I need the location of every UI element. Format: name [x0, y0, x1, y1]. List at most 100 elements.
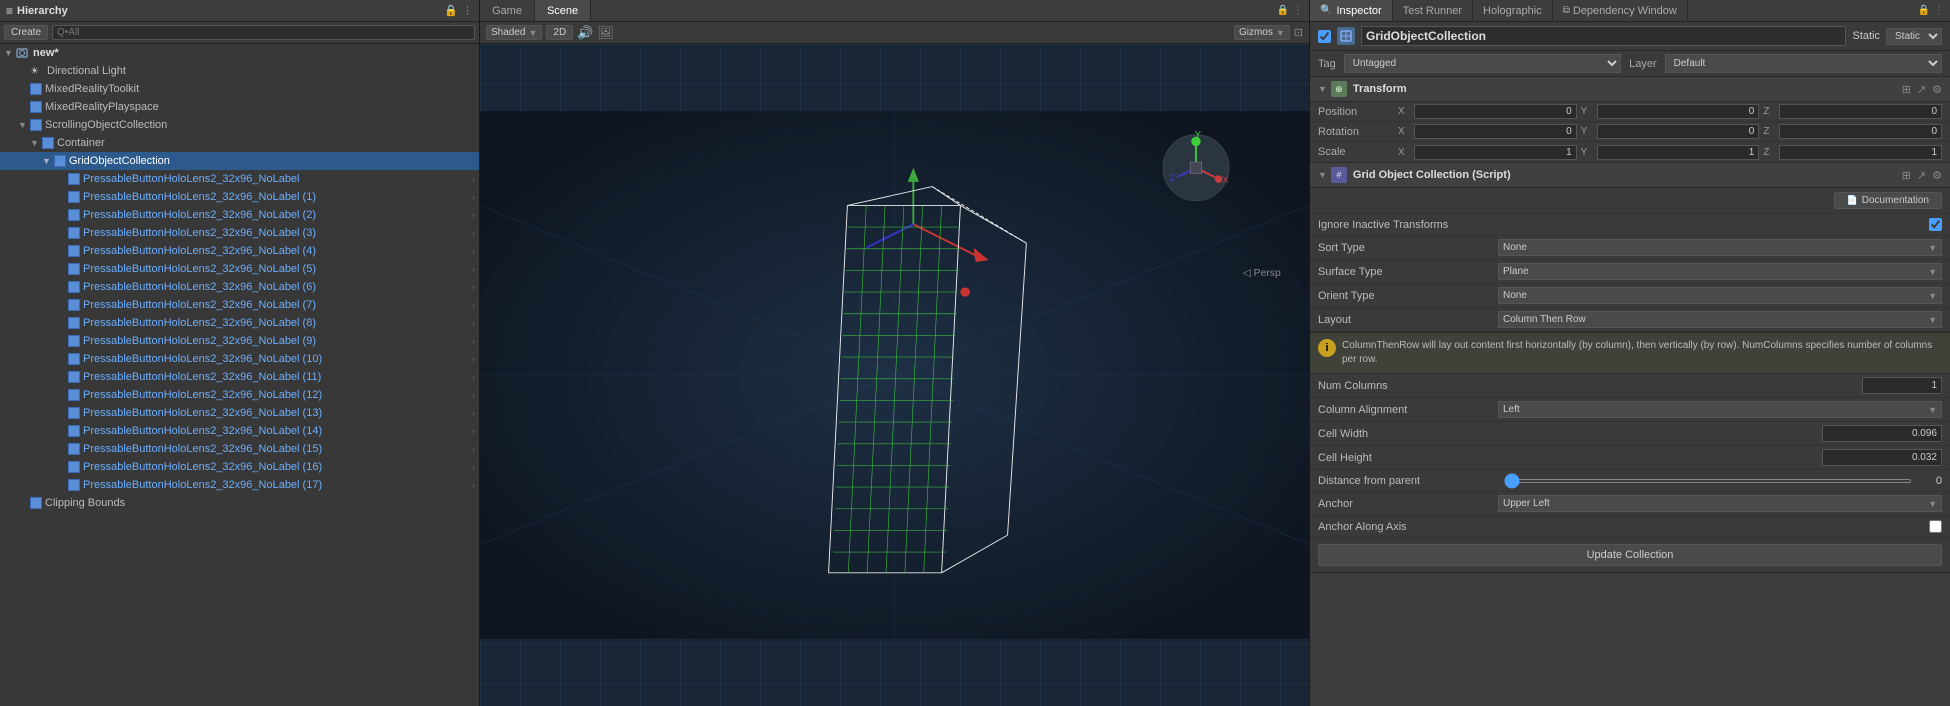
transform-header[interactable]: ▼ ⊕ Transform ⊞ ↗ ⚙ [1310, 77, 1950, 102]
viewport-lock-icon[interactable]: 🔒 [1277, 5, 1289, 16]
sort-type-arrow: ▼ [1928, 243, 1937, 253]
tree-item-scrolling[interactable]: ▼ ScrollingObjectCollection [0, 116, 479, 134]
tree-item-btn-13[interactable]: PressableButtonHoloLens2_32x96_NoLabel (… [0, 404, 479, 422]
tree-item-dirlight[interactable]: ☀ Directional Light [0, 62, 479, 80]
dependency-window-tab[interactable]: ⧉ Dependency Window [1553, 0, 1688, 21]
menu-icon[interactable]: ⋮ [462, 4, 473, 17]
tree-item-btn-0[interactable]: PressableButtonHoloLens2_32x96_NoLabel › [0, 170, 479, 188]
tree-item-btn-11[interactable]: PressableButtonHoloLens2_32x96_NoLabel (… [0, 368, 479, 386]
transform-icon-1[interactable]: ⊞ [1902, 83, 1911, 96]
scene-tab[interactable]: Scene [535, 0, 591, 21]
tree-item-mrplayspace[interactable]: MixedRealityPlayspace [0, 98, 479, 116]
insp-lock-icon[interactable]: 🔒 [1918, 5, 1930, 16]
tree-item-new[interactable]: ▼ new* [0, 44, 479, 62]
tree-item-clipping[interactable]: Clipping Bounds [0, 494, 479, 512]
cube-icon-btn13 [68, 407, 80, 419]
tree-item-container[interactable]: ▼ Container [0, 134, 479, 152]
ignore-inactive-label: Ignore Inactive Transforms [1318, 219, 1929, 231]
scene-canvas: Y X Z ◁ Persp [480, 44, 1309, 706]
grid-collection-comp-icon: # [1331, 167, 1347, 183]
anchor-dropdown[interactable]: Upper Left ▼ [1498, 495, 1942, 512]
info-text: ColumnThenRow will lay out content first… [1342, 339, 1942, 367]
grid-collection-header[interactable]: ▼ # Grid Object Collection (Script) ⊞ ↗ … [1310, 163, 1950, 188]
anchor-along-axis-checkbox[interactable] [1929, 520, 1942, 533]
game-tab[interactable]: Game [480, 0, 535, 21]
tree-item-btn-8[interactable]: PressableButtonHoloLens2_32x96_NoLabel (… [0, 314, 479, 332]
tree-item-btn-10[interactable]: PressableButtonHoloLens2_32x96_NoLabel (… [0, 350, 479, 368]
documentation-button[interactable]: 📄 Documentation [1834, 192, 1942, 209]
transform-icon-3[interactable]: ⚙ [1932, 83, 1942, 96]
tree-item-btn-5[interactable]: PressableButtonHoloLens2_32x96_NoLabel (… [0, 260, 479, 278]
tree-item-btn-6[interactable]: PressableButtonHoloLens2_32x96_NoLabel (… [0, 278, 479, 296]
position-row: Position X Y [1310, 102, 1950, 122]
distance-slider[interactable] [1504, 479, 1912, 483]
rotation-x-input[interactable] [1414, 124, 1577, 139]
tree-item-label-container: Container [57, 137, 105, 149]
hierarchy-search[interactable] [52, 25, 475, 40]
rotation-z-input[interactable] [1779, 124, 1942, 139]
cell-height-input[interactable] [1822, 449, 1942, 466]
grid-coll-icon-2[interactable]: ↗ [1917, 169, 1926, 182]
tree-item-mrtoolkit[interactable]: MixedRealityToolkit [0, 80, 479, 98]
scale-y-input[interactable] [1597, 145, 1760, 160]
viewport-menu-icon[interactable]: ⋮ [1293, 5, 1303, 16]
shading-dropdown[interactable]: Shaded ▼ [486, 25, 542, 40]
create-button[interactable]: Create [4, 25, 48, 40]
tree-item-btn-4[interactable]: PressableButtonHoloLens2_32x96_NoLabel (… [0, 242, 479, 260]
tree-item-btn-16[interactable]: PressableButtonHoloLens2_32x96_NoLabel (… [0, 458, 479, 476]
rotation-y-input[interactable] [1597, 124, 1760, 139]
scale-z-input[interactable] [1779, 145, 1942, 160]
tree-item-label-btn15: PressableButtonHoloLens2_32x96_NoLabel (… [83, 443, 472, 455]
insp-menu-icon[interactable]: ⋮ [1934, 5, 1944, 16]
surface-type-dropdown[interactable]: Plane ▼ [1498, 263, 1942, 280]
tree-item-btn-17[interactable]: PressableButtonHoloLens2_32x96_NoLabel (… [0, 476, 479, 494]
layer-select[interactable]: Default [1665, 54, 1942, 73]
position-x-input[interactable] [1414, 104, 1577, 119]
cube-icon-clipping [30, 497, 42, 509]
lock-icon[interactable]: 🔒 [444, 4, 458, 17]
gizmos-dropdown[interactable]: Gizmos ▼ [1234, 25, 1290, 40]
grid-coll-icon-3[interactable]: ⚙ [1932, 169, 1942, 182]
num-columns-input[interactable] [1862, 377, 1942, 394]
tree-item-btn-2[interactable]: PressableButtonHoloLens2_32x96_NoLabel (… [0, 206, 479, 224]
tree-item-btn-12[interactable]: PressableButtonHoloLens2_32x96_NoLabel (… [0, 386, 479, 404]
column-alignment-dropdown[interactable]: Left ▼ [1498, 401, 1942, 418]
tree-item-btn-15[interactable]: PressableButtonHoloLens2_32x96_NoLabel (… [0, 440, 479, 458]
effects-icon[interactable]: 🖼 [597, 25, 614, 41]
position-y-input[interactable] [1597, 104, 1760, 119]
rotation-fields: X Y Z [1398, 124, 1942, 139]
layout-dropdown[interactable]: Column Then Row ▼ [1498, 311, 1942, 328]
hierarchy-panel-icons: 🔒 ⋮ [444, 4, 473, 17]
chevron-right-icon-btn3: › [472, 228, 475, 238]
inspector-panel-icons: 🔒 ⋮ [1918, 0, 1950, 21]
hierarchy-tree[interactable]: ▼ new* ☀ Directional Light MixedReal [0, 44, 479, 706]
tag-select[interactable]: Untagged [1344, 54, 1621, 73]
tree-item-btn-1[interactable]: PressableButtonHoloLens2_32x96_NoLabel (… [0, 188, 479, 206]
cube-icon-btn7 [68, 299, 80, 311]
cell-width-input[interactable] [1822, 425, 1942, 442]
twoD-button[interactable]: 2D [546, 25, 573, 40]
tree-item-btn-7[interactable]: PressableButtonHoloLens2_32x96_NoLabel (… [0, 296, 479, 314]
tree-item-btn-9[interactable]: PressableButtonHoloLens2_32x96_NoLabel (… [0, 332, 479, 350]
static-dropdown[interactable]: Static [1886, 28, 1942, 45]
tree-item-btn-3[interactable]: PressableButtonHoloLens2_32x96_NoLabel (… [0, 224, 479, 242]
object-name-input[interactable] [1361, 26, 1846, 46]
test-runner-tab[interactable]: Test Runner [1393, 0, 1473, 21]
object-active-checkbox[interactable] [1318, 30, 1331, 43]
tree-item-btn-14[interactable]: PressableButtonHoloLens2_32x96_NoLabel (… [0, 422, 479, 440]
chevron-right-icon-btn12: › [472, 390, 475, 400]
ignore-inactive-checkbox[interactable] [1929, 218, 1942, 231]
maximize-icon[interactable]: ⊡ [1294, 26, 1303, 39]
orient-type-dropdown[interactable]: None ▼ [1498, 287, 1942, 304]
position-z-input[interactable] [1779, 104, 1942, 119]
inspector-tab-active[interactable]: 🔍 Inspector [1310, 0, 1393, 21]
scale-x-input[interactable] [1414, 145, 1577, 160]
audio-icon[interactable]: 🔊 [577, 25, 593, 41]
grid-coll-icon-1[interactable]: ⊞ [1902, 169, 1911, 182]
update-collection-button[interactable]: Update Collection [1318, 544, 1942, 566]
cube-icon-btn6 [68, 281, 80, 293]
holographic-tab[interactable]: Holographic [1473, 0, 1553, 21]
sort-type-dropdown[interactable]: None ▼ [1498, 239, 1942, 256]
tree-item-gridobj[interactable]: ▼ GridObjectCollection [0, 152, 479, 170]
transform-icon-2[interactable]: ↗ [1917, 83, 1926, 96]
